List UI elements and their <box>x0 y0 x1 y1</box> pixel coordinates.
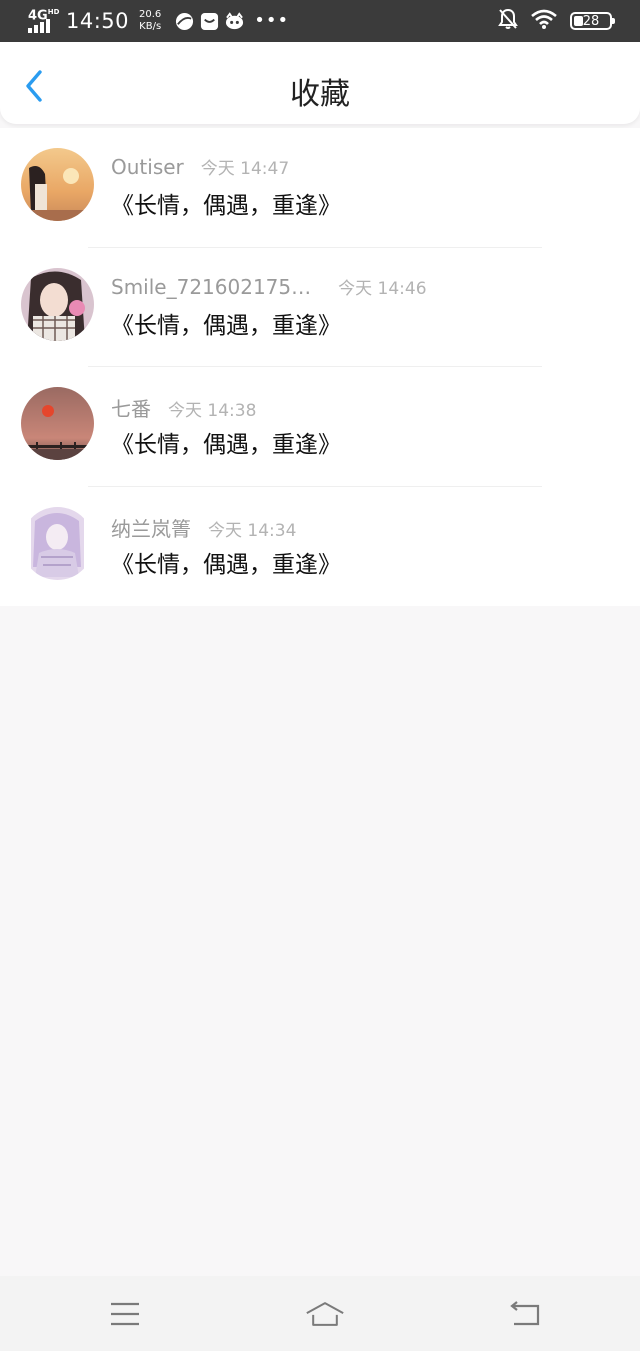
status-time: 14:50 <box>66 9 130 33</box>
page-title: 收藏 <box>290 77 350 112</box>
menu-icon <box>111 1302 139 1325</box>
message-icon <box>200 12 219 31</box>
favorite-content: 《长情，偶遇，重逢》 <box>111 193 341 219</box>
battery-icon: 28 <box>570 12 615 30</box>
list-item[interactable]: 七番 今天 14:38 《长情，偶遇，重逢》 <box>0 367 640 487</box>
cat-app-icon <box>225 11 244 31</box>
favorite-content: 《长情，偶遇，重逢》 <box>111 432 341 458</box>
avatar[interactable] <box>21 387 94 460</box>
favorites-list: Outiser 今天 14:47 《长情，偶遇，重逢》 Smile_721602… <box>0 128 640 606</box>
timestamp: 今天 14:47 <box>200 159 290 179</box>
timestamp: 今天 14:46 <box>338 278 427 299</box>
more-dots: ••• <box>254 10 290 31</box>
favorite-content: 《长情，偶遇，重逢》 <box>111 312 341 339</box>
app-header: 收藏 <box>0 42 640 124</box>
user-name: 纳兰岚箐 <box>111 516 191 541</box>
avatar[interactable] <box>21 506 94 580</box>
user-name: 七番 <box>111 397 151 421</box>
list-item[interactable]: Outiser 今天 14:47 《长情，偶遇，重逢》 <box>0 128 640 248</box>
wifi-icon <box>530 9 558 33</box>
list-item[interactable]: 纳兰岚箐 今天 14:34 《长情，偶遇，重逢》 <box>0 487 640 607</box>
user-name: Smile_721602175… <box>111 274 312 299</box>
timestamp: 今天 14:34 <box>208 520 297 541</box>
user-name: Outiser <box>111 155 184 179</box>
timestamp: 今天 14:38 <box>168 401 257 421</box>
list-item[interactable]: Smile_721602175… 今天 14:46 《长情，偶遇，重逢》 <box>0 248 640 367</box>
bell-off-icon <box>498 8 518 34</box>
home-button[interactable] <box>305 1294 345 1334</box>
browser-icon <box>175 12 194 31</box>
back-icon <box>510 1300 540 1325</box>
back-nav-button[interactable] <box>505 1294 545 1334</box>
system-nav-bar <box>0 1276 640 1351</box>
avatar[interactable] <box>21 148 94 221</box>
home-icon <box>306 1301 344 1326</box>
favorite-content: 《长情，偶遇，重逢》 <box>111 551 341 578</box>
network-speed: 20.6 KB/s <box>139 9 162 32</box>
avatar[interactable] <box>21 267 94 341</box>
menu-button[interactable] <box>105 1294 145 1334</box>
status-bar: 4GHD 14:50 20.6 KB/s ••• 28 <box>0 0 640 42</box>
signal-icon: 4GHD <box>28 6 59 36</box>
